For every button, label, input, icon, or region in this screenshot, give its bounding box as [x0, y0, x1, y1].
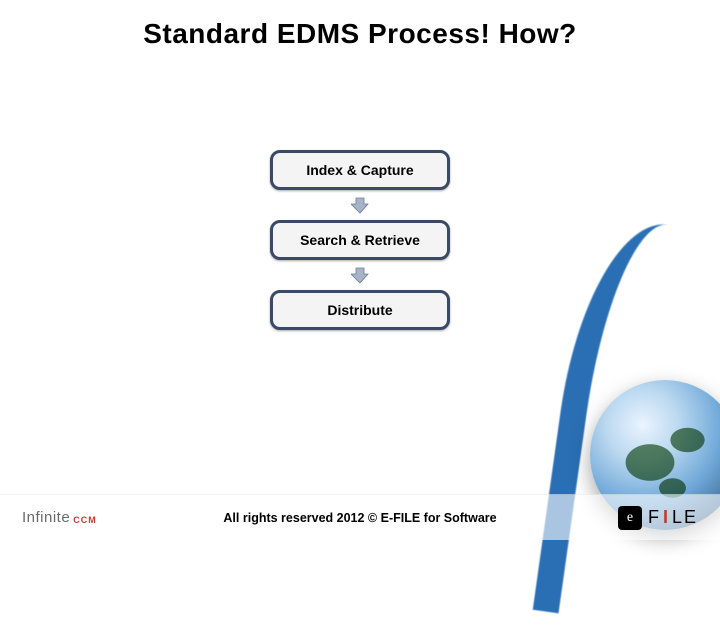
infinite-ccm-logo: Infinite CCM	[22, 509, 97, 526]
copyright-text: All rights reserved 2012 © E-FILE for So…	[223, 511, 496, 525]
arrow-down-icon	[351, 196, 369, 214]
efile-logo-box: e	[618, 506, 642, 530]
footer-bar: Infinite CCM All rights reserved 2012 © …	[0, 494, 720, 540]
page-title: Standard EDMS Process! How?	[0, 18, 720, 50]
process-flow: Index & Capture Search & Retrieve Distri…	[0, 150, 720, 330]
efile-logo: e FILE	[618, 506, 698, 530]
arrow-down-icon	[351, 266, 369, 284]
flow-node-label: Search & Retrieve	[300, 232, 420, 248]
efile-text-left: F	[648, 507, 661, 527]
flow-node-search-retrieve: Search & Retrieve	[270, 220, 450, 260]
infinite-logo-sub: CCM	[73, 515, 97, 525]
flow-node-label: Index & Capture	[306, 162, 413, 178]
flow-node-index-capture: Index & Capture	[270, 150, 450, 190]
flow-node-label: Distribute	[327, 302, 392, 318]
efile-text-right: LE	[672, 507, 698, 527]
efile-pipe-icon: I	[661, 507, 672, 527]
infinite-logo-main: Infinite	[22, 509, 70, 526]
flow-node-distribute: Distribute	[270, 290, 450, 330]
efile-logo-text: FILE	[648, 507, 698, 528]
